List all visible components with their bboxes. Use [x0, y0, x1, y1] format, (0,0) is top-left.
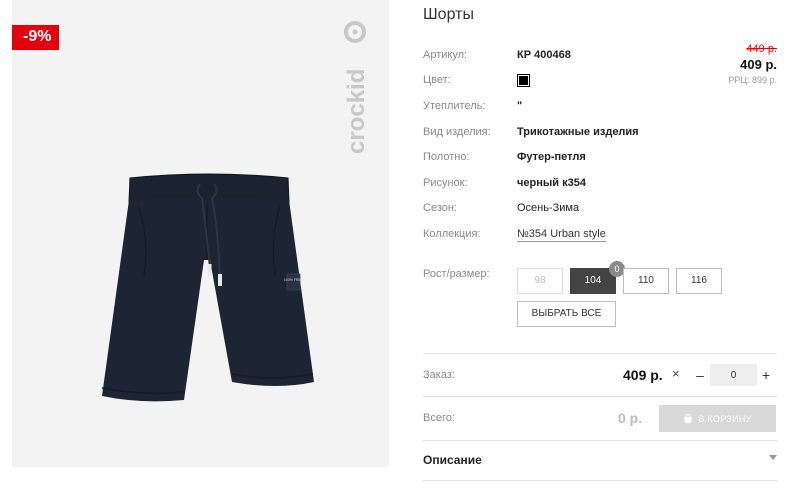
recommended-retail-price: РРЦ: 899 р.	[728, 75, 777, 85]
divider	[423, 440, 777, 441]
size-option-116[interactable]: 116	[676, 268, 722, 294]
order-price: 409 р.	[623, 367, 663, 383]
old-price: 449 р.	[746, 43, 777, 55]
size-option-98[interactable]: 98	[517, 268, 563, 294]
product-photo-shorts: 100% FREE	[101, 173, 314, 402]
product-image-panel: -9% crockid 100% FREE	[12, 0, 389, 467]
order-label: Заказ:	[423, 369, 455, 381]
quantity-input[interactable]	[710, 364, 757, 386]
size-option-104[interactable]: 104 0	[570, 261, 625, 294]
spec-label-insulation: Утеплитель:	[423, 100, 486, 112]
spec-label-item-type: Вид изделия:	[423, 126, 491, 138]
spec-label-pattern: Рисунок:	[423, 177, 468, 189]
description-toggle[interactable]: Описание	[423, 453, 482, 467]
price-block: 449 р. 409 р. РРЦ: 899 р.	[728, 43, 777, 85]
size-option-110[interactable]: 110	[623, 268, 669, 294]
current-price: 409 р.	[740, 57, 777, 72]
spec-value-pattern: черный к354	[517, 177, 586, 189]
spec-value-article: КР 400468	[517, 49, 571, 61]
color-swatch[interactable]	[517, 74, 530, 87]
spec-label-collection: Коллекция:	[423, 228, 481, 240]
spec-label-season: Сезон:	[423, 202, 457, 214]
quantity-increment-button[interactable]: +	[759, 366, 773, 384]
spec-value-fabric: Футер-петля	[517, 151, 586, 163]
collection-link[interactable]: №354 Urban style	[517, 228, 606, 242]
remove-icon[interactable]: ×	[672, 366, 680, 381]
total-label: Всего:	[423, 412, 455, 424]
spec-value-season: Осень-Зима	[517, 202, 580, 214]
brand-logo: crockid	[343, 21, 370, 154]
spec-label-article: Артикул:	[423, 49, 468, 61]
select-all-button[interactable]: ВЫБРАТЬ ВСЕ	[517, 301, 616, 327]
size-label: Рост/размер:	[423, 268, 490, 280]
chevron-down-icon[interactable]	[769, 455, 777, 460]
spec-value-item-type: Трикотажные изделия	[517, 126, 639, 138]
quantity-decrement-button[interactable]: –	[693, 366, 707, 384]
brand-logo-text: crockid	[343, 69, 370, 154]
garment-tag-text: 100% FREE	[284, 278, 304, 282]
discount-badge: -9%	[12, 25, 60, 50]
divider	[423, 480, 777, 481]
spec-label-fabric: Полотно:	[423, 151, 470, 163]
divider	[423, 396, 777, 397]
spec-value-insulation: "	[517, 100, 523, 112]
divider	[423, 353, 777, 354]
add-to-cart-label: В КОРЗИНУ	[698, 413, 752, 424]
size-option-104-label: 104	[584, 275, 602, 286]
cart-icon	[684, 413, 693, 423]
add-to-cart-button[interactable]: В КОРЗИНУ	[659, 405, 776, 432]
product-title: Шорты	[423, 6, 474, 23]
spec-label-color: Цвет:	[423, 74, 451, 86]
total-price: 0 р.	[618, 410, 643, 426]
